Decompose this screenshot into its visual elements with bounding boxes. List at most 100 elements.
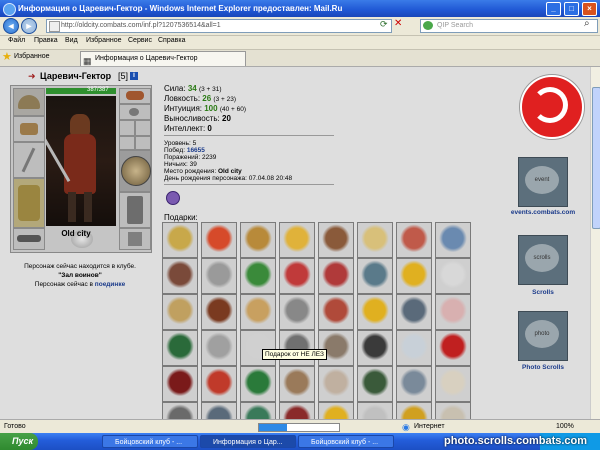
gift-item[interactable] [279,222,315,258]
gift-item[interactable] [279,366,315,402]
scroll-thumb[interactable] [592,87,600,229]
gift-item[interactable] [396,222,432,258]
menu-file[interactable]: Файл [8,37,25,44]
gift-item[interactable] [201,402,237,419]
gift-item[interactable] [435,258,471,294]
gift-item[interactable] [201,258,237,294]
gift-item[interactable] [357,258,393,294]
refresh-icon[interactable]: ⟳ [380,19,388,30]
gift-item[interactable] [279,330,315,366]
menu-favorites[interactable]: Избранное [86,37,121,44]
gift-item[interactable] [240,402,276,419]
favorites-star-icon[interactable]: ★ [2,52,13,63]
belt-slot[interactable] [13,228,45,250]
bracers-slot[interactable] [13,116,45,142]
forward-button[interactable]: ► [21,18,37,34]
gift-item[interactable] [396,330,432,366]
search-go-icon[interactable]: ⌕ [584,18,590,29]
search-input[interactable]: QIP Search [420,19,598,33]
task-button-3[interactable]: Бойцовский клуб - ... [298,435,394,448]
gift-item[interactable] [162,222,198,258]
gift-item[interactable] [201,330,237,366]
minimize-button[interactable]: _ [546,2,561,16]
menu-tools[interactable]: Сервис [128,37,152,44]
gift-item[interactable] [435,330,471,366]
gift-item[interactable] [279,294,315,330]
gift-item[interactable] [240,366,276,402]
gift-item[interactable] [435,294,471,330]
amulet-slot[interactable] [119,88,151,104]
gift-item[interactable] [240,330,276,366]
gift-item[interactable] [318,330,354,366]
gift-item[interactable] [396,366,432,402]
helmet-slot[interactable] [13,88,45,116]
gift-item[interactable] [396,294,432,330]
ring-slot-2[interactable] [135,120,151,136]
ring-slot-1[interactable] [119,120,135,136]
start-button[interactable]: Пуск [0,433,38,450]
gift-item[interactable] [435,222,471,258]
boots-slot[interactable] [119,228,151,250]
maximize-button[interactable]: □ [564,2,579,16]
duel-link[interactable]: поединке [95,281,125,288]
gift-item[interactable] [318,258,354,294]
armor-slot[interactable] [13,178,45,228]
ring-slot-3[interactable] [119,136,135,150]
gift-item[interactable] [318,222,354,258]
stop-icon[interactable]: ✕ [394,18,402,29]
task-button-1[interactable]: Бойцовский клуб - ... [102,435,198,448]
weapon-slot[interactable] [13,142,45,178]
info-wins: Побед: 16655 [164,147,205,154]
address-input[interactable]: http://oldcity.combats.com/inf.pl?120753… [46,19,392,33]
vertical-scrollbar[interactable] [590,67,600,419]
info-icon[interactable]: i [130,72,138,80]
gift-item[interactable] [162,330,198,366]
events-banner[interactable]: event [518,157,568,207]
gift-item[interactable] [240,222,276,258]
task-button-2[interactable]: Информация о Цар... [200,435,296,448]
photo-scrolls-banner[interactable]: photo [518,311,568,361]
gift-item[interactable] [201,222,237,258]
pants-slot[interactable] [119,192,151,228]
earring-slot[interactable] [119,104,151,120]
shield-slot[interactable] [119,150,151,192]
gift-item[interactable] [279,258,315,294]
gift-item[interactable] [357,294,393,330]
scrolls-banner[interactable]: scrolls [518,235,568,285]
gift-item[interactable] [201,294,237,330]
gift-item[interactable] [318,402,354,419]
gift-item[interactable] [396,402,432,419]
gift-item[interactable] [240,294,276,330]
gift-item[interactable] [357,402,393,419]
gift-item[interactable] [357,222,393,258]
scrolls-link[interactable]: Scrolls [508,289,578,296]
gift-item[interactable] [162,294,198,330]
character-name[interactable]: Царевич-Гектор [40,71,111,81]
menu-edit[interactable]: Правка [34,37,58,44]
combats-logo-icon[interactable] [520,75,584,139]
gift-item[interactable] [201,366,237,402]
favorites-tab-bar: ★ Избранное ▦ Информация о Царевич-Гекто… [0,50,600,67]
gift-item[interactable] [240,258,276,294]
menu-help[interactable]: Справка [158,37,185,44]
gift-item[interactable] [435,366,471,402]
gift-item[interactable] [435,402,471,419]
zoom-level[interactable]: 100% [556,420,574,434]
favorites-button[interactable]: Избранное [14,53,49,60]
gift-item[interactable] [396,258,432,294]
events-link[interactable]: events.combats.com [508,209,578,216]
close-button[interactable]: × [582,2,597,16]
gift-item[interactable] [162,402,198,419]
gloves-slot[interactable] [135,136,151,150]
gift-item[interactable] [162,258,198,294]
tab-active[interactable]: ▦ Информация о Царевич-Гектор [80,51,246,66]
gift-item[interactable] [357,330,393,366]
gift-item[interactable] [318,366,354,402]
menu-view[interactable]: Вид [65,37,78,44]
gift-item[interactable] [357,366,393,402]
back-button[interactable]: ◄ [3,18,19,34]
gift-item[interactable] [162,366,198,402]
photo-scrolls-link[interactable]: Photo Scrolls [508,364,578,371]
gift-item[interactable] [318,294,354,330]
gift-item[interactable] [279,402,315,419]
